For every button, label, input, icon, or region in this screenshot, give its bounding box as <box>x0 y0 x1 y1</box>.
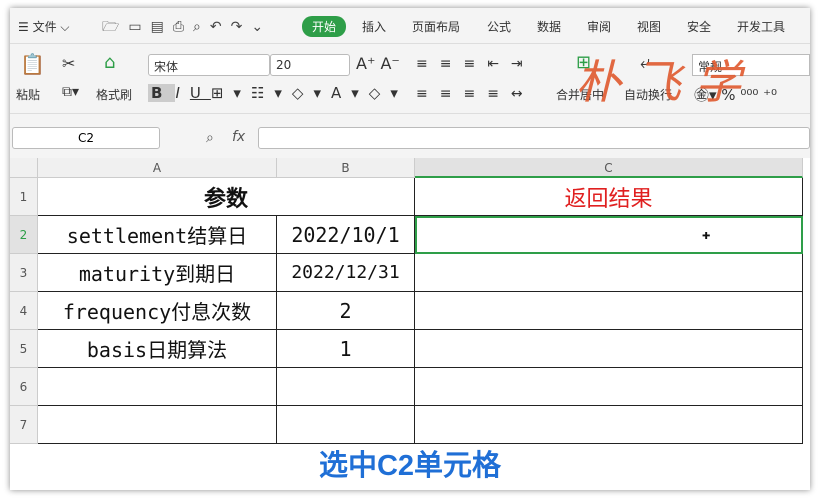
watermark-logo: 朴飞学 <box>575 55 755 109</box>
brush-icon: ⌂ <box>104 52 116 73</box>
row-header[interactable]: 1 <box>10 178 38 216</box>
ribbon: 📋 粘贴 ✂ ⧉▾ ⌂ 格式刷 宋体 20 A⁺ A⁻ B IU⊞▾☷▾◇▾A▾◇… <box>10 44 810 114</box>
paste-icon[interactable]: 📋 <box>20 52 45 76</box>
cell-c6[interactable] <box>415 368 803 406</box>
formula-bar: C2 ⌕ fx <box>10 114 810 158</box>
column-header-b[interactable]: B <box>277 158 415 178</box>
tab-developer[interactable]: 开发工具 <box>737 18 785 35</box>
font-grow-shrink-icons[interactable]: A⁺ A⁻ <box>356 54 400 73</box>
spreadsheet-window: ☰ 文件 ⌵ 🗁▭▤⎙⌕↶↷⌄ 开始 插入 页面布局 公式 数据 审阅 视图 安… <box>10 8 810 490</box>
formula-input[interactable] <box>258 127 810 149</box>
zoom-icon[interactable]: ⌕ <box>206 130 214 146</box>
fx-icon[interactable]: fx <box>232 129 245 145</box>
font-name-select[interactable]: 宋体 <box>148 54 270 76</box>
row-header[interactable]: 3 <box>10 254 38 292</box>
row-header[interactable]: 6 <box>10 368 38 406</box>
cell-a5[interactable]: basis日期算法 <box>38 330 277 368</box>
cell-a7[interactable] <box>38 406 277 444</box>
align-top-icons[interactable]: ≡≡≡⇤⇥ <box>416 56 535 72</box>
align-horizontal-icons[interactable]: ≡≡≡≡↔ <box>416 86 535 102</box>
cell-c5[interactable] <box>415 330 803 368</box>
cell-a2[interactable]: settlement结算日 <box>38 216 277 254</box>
tab-security[interactable]: 安全 <box>687 18 711 35</box>
column-header-c[interactable]: C <box>415 158 803 178</box>
tab-home[interactable]: 开始 <box>302 16 347 37</box>
font-size-select[interactable]: 20 <box>270 54 350 76</box>
cell-b3[interactable]: 2022/12/31 <box>277 254 415 292</box>
font-size-value: 20 <box>276 58 292 72</box>
select-all-corner[interactable] <box>10 158 38 178</box>
cell-c2[interactable]: ✚ <box>415 216 803 254</box>
menu-bar: ☰ 文件 ⌵ 🗁▭▤⎙⌕↶↷⌄ 开始 插入 页面布局 公式 数据 审阅 视图 安… <box>10 8 810 44</box>
cell-c1[interactable]: 返回结果 <box>415 178 803 216</box>
quick-access-icons[interactable]: 🗁▭▤⎙⌕↶↷⌄ <box>102 16 272 40</box>
copy-icon[interactable]: ⧉▾ <box>62 84 79 100</box>
tab-review[interactable]: 审阅 <box>587 18 611 35</box>
row-header[interactable]: 7 <box>10 406 38 444</box>
column-header-a[interactable]: A <box>38 158 277 178</box>
cell-a3[interactable]: maturity到期日 <box>38 254 277 292</box>
cell-b6[interactable] <box>277 368 415 406</box>
caption: 选中C2单元格 <box>318 450 502 482</box>
font-style-icons[interactable]: B IU⊞▾☷▾◇▾A▾◇▾ <box>148 84 408 102</box>
cell-a4[interactable]: frequency付息次数 <box>38 292 277 330</box>
cell-b4[interactable]: 2 <box>277 292 415 330</box>
tab-page-layout[interactable]: 页面布局 <box>412 18 460 35</box>
file-label: 文件 <box>32 20 57 34</box>
tab-formulas[interactable]: 公式 <box>487 18 511 35</box>
cell-a6[interactable] <box>38 368 277 406</box>
cell-c4[interactable] <box>415 292 803 330</box>
cell-cursor-icon: ✚ <box>702 227 711 243</box>
paste-button[interactable]: 粘贴 <box>16 86 40 103</box>
tab-data[interactable]: 数据 <box>537 18 561 35</box>
merged-cell-a1-b1[interactable]: 参数 <box>38 178 415 216</box>
name-box-value: C2 <box>77 131 94 145</box>
cell-c7[interactable] <box>415 406 803 444</box>
tab-view[interactable]: 视图 <box>637 18 661 35</box>
name-box[interactable]: C2 <box>12 127 160 149</box>
tab-insert[interactable]: 插入 <box>362 18 386 35</box>
format-painter-button[interactable]: 格式刷 <box>96 86 132 103</box>
cell-b5[interactable]: 1 <box>277 330 415 368</box>
row-header[interactable]: 2 <box>10 216 38 254</box>
row-header[interactable]: 4 <box>10 292 38 330</box>
cut-icon[interactable]: ✂ <box>62 54 75 73</box>
font-name-value: 宋体 <box>154 60 179 74</box>
row-header[interactable]: 5 <box>10 330 38 368</box>
file-menu[interactable]: ☰ 文件 ⌵ <box>18 18 70 35</box>
cell-c3[interactable] <box>415 254 803 292</box>
cell-b7[interactable] <box>277 406 415 444</box>
cell-b2[interactable]: 2022/10/1 <box>277 216 415 254</box>
